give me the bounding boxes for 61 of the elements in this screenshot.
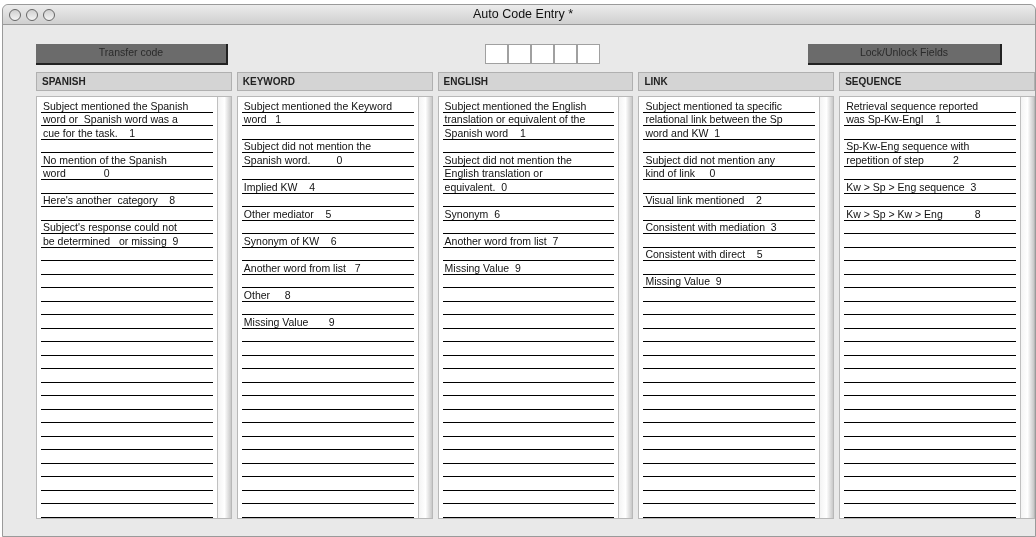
code-line[interactable]: Here's another category 8 xyxy=(41,194,178,206)
code-line[interactable]: Subject did not mention the xyxy=(241,140,374,152)
scrollbar[interactable] xyxy=(417,97,432,518)
code-line[interactable]: Kw > Sp > Kw > Eng 8 xyxy=(844,207,983,220)
code-line[interactable]: Subject did not mention the xyxy=(442,153,574,166)
code-line[interactable]: word or Spanish word was a xyxy=(41,113,180,125)
code-line[interactable]: kind of link 0 xyxy=(643,167,718,179)
code-digit-field[interactable] xyxy=(507,44,531,64)
code-line[interactable]: Consistent with direct 5 xyxy=(643,248,765,260)
code-line[interactable]: English translation or xyxy=(442,167,545,179)
minimize-button[interactable] xyxy=(26,8,38,21)
code-digit-field[interactable] xyxy=(553,44,577,64)
code-line[interactable]: cue for the task. 1 xyxy=(41,126,138,139)
code-line[interactable]: Visual link mentioned 2 xyxy=(643,194,764,206)
scrollbar[interactable] xyxy=(618,97,633,518)
code-line[interactable]: Spanish word. 0 xyxy=(241,153,345,166)
code-line[interactable]: Subject's response could not xyxy=(41,221,179,233)
code-line[interactable]: was Sp-Kw-Engl 1 xyxy=(844,113,943,125)
scrollbar[interactable] xyxy=(819,97,834,518)
code-line[interactable]: translation or equivalent of the xyxy=(442,113,588,125)
code-line[interactable]: Synonym 6 xyxy=(442,207,503,220)
column-header: LINK xyxy=(638,72,835,91)
code-line[interactable]: Subject mentioned the Spanish xyxy=(41,99,191,112)
code-line[interactable]: Subject mentioned ta specific xyxy=(643,99,784,112)
scrollbar[interactable] xyxy=(216,97,231,518)
code-line[interactable]: word and KW 1 xyxy=(643,126,723,139)
zoom-button[interactable] xyxy=(43,8,55,21)
code-line[interactable]: Consistent with mediation 3 xyxy=(643,221,779,233)
code-line[interactable]: Kw > Sp > Eng sequence 3 xyxy=(844,180,979,193)
code-digit-field[interactable] xyxy=(576,44,600,64)
code-line[interactable]: No mention of the Spanish xyxy=(41,153,169,166)
code-line[interactable]: repetition of step 2 xyxy=(844,153,961,166)
code-line[interactable]: Another word from list 7 xyxy=(241,261,363,274)
code-line[interactable]: Missing Value 9 xyxy=(241,315,337,328)
column-header: SEQUENCE xyxy=(839,72,1035,91)
code-digit-field[interactable] xyxy=(530,44,554,64)
code-line[interactable]: word 0 xyxy=(41,167,112,179)
code-line[interactable]: Subject mentioned the English xyxy=(442,99,589,112)
code-digit-field[interactable] xyxy=(484,44,508,64)
code-line[interactable]: equivalent. 0 xyxy=(442,180,510,193)
scrollbar[interactable] xyxy=(1020,97,1034,518)
code-line[interactable]: Subject mentioned the Keyword xyxy=(241,99,395,112)
code-line[interactable]: Subject did not mention any xyxy=(643,153,777,166)
column-header: ENGLISH xyxy=(437,72,634,91)
code-line[interactable]: Missing Value 9 xyxy=(442,261,523,274)
code-line[interactable]: Other mediator 5 xyxy=(241,207,334,220)
close-button[interactable] xyxy=(9,8,21,21)
code-line[interactable]: word 1 xyxy=(241,113,284,125)
code-line[interactable]: Another word from list 7 xyxy=(442,234,561,247)
column-header: SPANISH xyxy=(36,72,232,91)
code-line[interactable]: Missing Value 9 xyxy=(643,275,724,287)
code-line[interactable]: relational link between the Sp xyxy=(643,113,785,125)
code-line[interactable]: Implied KW 4 xyxy=(241,180,317,193)
window-title: Auto Code Entry * xyxy=(473,6,574,24)
code-line[interactable]: Other 8 xyxy=(241,288,293,301)
code-line[interactable]: Sp-Kw-Eng sequence with xyxy=(844,140,972,152)
code-line[interactable]: be determined or missing 9 xyxy=(41,234,181,247)
code-line[interactable]: Spanish word 1 xyxy=(442,126,528,139)
code-line[interactable]: Synonym of KW 6 xyxy=(241,234,339,247)
code-line[interactable]: Retrieval sequence reported xyxy=(844,99,981,112)
column-header: KEYWORD xyxy=(236,72,433,91)
